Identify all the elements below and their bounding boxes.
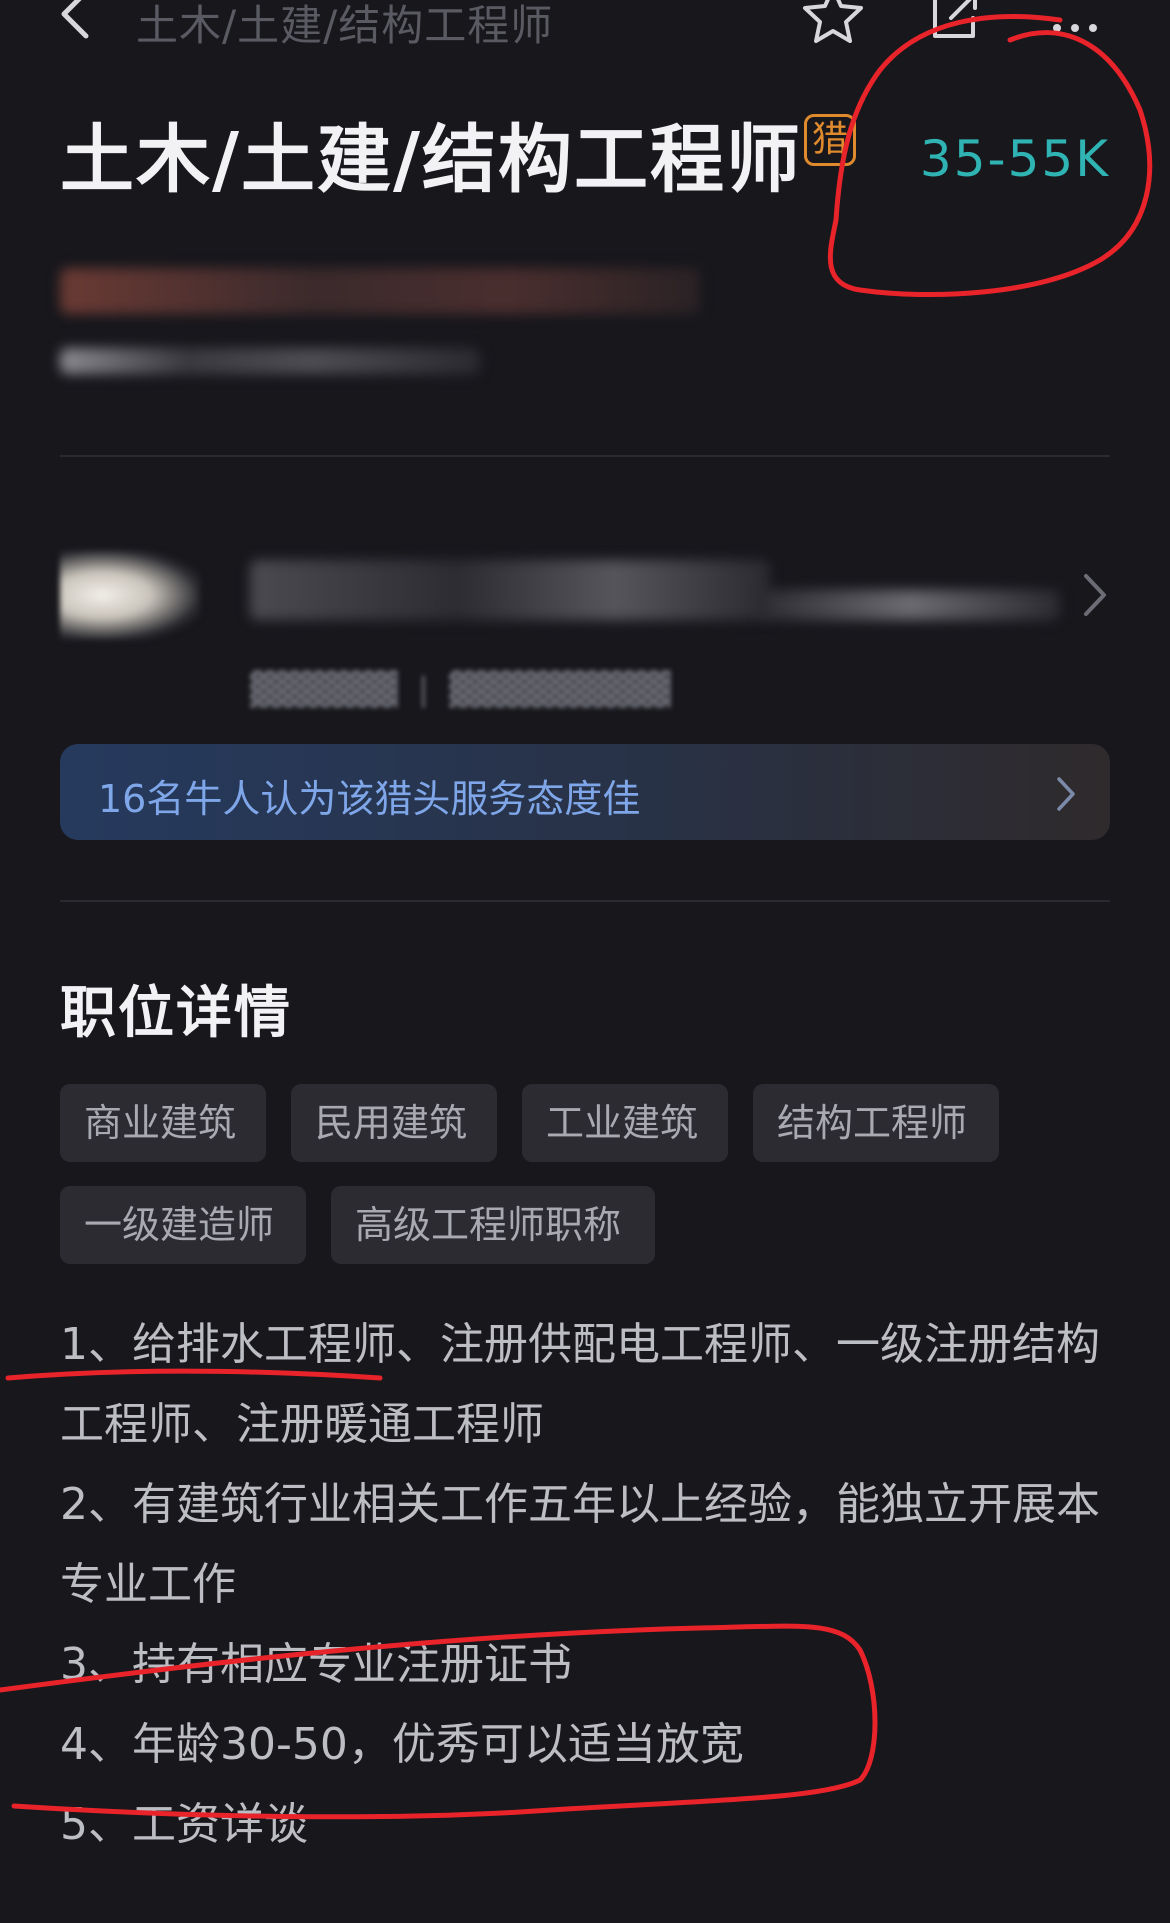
nav-title: 土木/土建/结构工程师 <box>136 1 554 50</box>
tag: 一级建造师 <box>60 1186 306 1264</box>
service-rating-banner[interactable]: 16名牛人认为该猎头服务态度佳 <box>60 744 1110 840</box>
headhunter-card[interactable]: ▓▓▓▓▓▓ | ▓▓▓▓▓▓▓▓▓ <box>60 520 1120 720</box>
share-icon[interactable] <box>918 0 988 44</box>
job-title: 土木/土建/结构工程师 <box>60 117 803 203</box>
requirement-item: 1、给排水工程师、注册供配电工程师、一级注册结构工程师、注册暖通工程师 <box>60 1319 1100 1450</box>
star-icon[interactable] <box>798 0 868 44</box>
chevron-right-icon <box>1054 774 1078 818</box>
tag: 工业建筑 <box>522 1084 728 1162</box>
divider <box>60 900 1110 902</box>
divider <box>60 455 1110 457</box>
tag: 商业建筑 <box>60 1084 266 1162</box>
requirement-item: 5、工资详谈 <box>60 1799 308 1850</box>
back-icon[interactable] <box>56 0 96 44</box>
title-row: 土木/土建/结构工程师 猎 35-55K <box>60 100 1110 203</box>
company-info-redacted <box>60 250 860 400</box>
rating-text: 16名牛人认为该猎头服务态度佳 <box>98 777 641 821</box>
requirement-item: 4、年龄30-50，优秀可以适当放宽 <box>60 1719 744 1770</box>
tag: 民用建筑 <box>291 1084 497 1162</box>
requirement-item: 3、持有相应专业注册证书 <box>60 1639 572 1690</box>
requirement-item: 2、有建筑行业相关工作五年以上经验，能独立开展本专业工作 <box>60 1479 1100 1610</box>
job-requirements: 1、给排水工程师、注册供配电工程师、一级注册结构工程师、注册暖通工程师 2、有建… <box>60 1305 1100 1865</box>
job-detail-page: 土木/土建/结构工程师 土木/土建/结构工程师 猎 35-55K ▓▓▓▓▓▓ … <box>0 0 1170 1923</box>
more-icon[interactable] <box>1040 0 1110 44</box>
headhunter-stats-redacted: ▓▓▓▓▓▓ | ▓▓▓▓▓▓▓▓▓ <box>250 670 671 708</box>
chevron-right-icon <box>1080 570 1110 624</box>
headhunter-badge: 猎 <box>804 114 856 166</box>
tag: 结构工程师 <box>753 1084 999 1162</box>
top-nav: 土木/土建/结构工程师 <box>0 0 1170 60</box>
avatar <box>60 550 200 640</box>
section-title-job-details: 职位详情 <box>60 981 292 1046</box>
salary: 35-55K <box>919 130 1110 188</box>
tag: 高级工程师职称 <box>331 1186 655 1264</box>
